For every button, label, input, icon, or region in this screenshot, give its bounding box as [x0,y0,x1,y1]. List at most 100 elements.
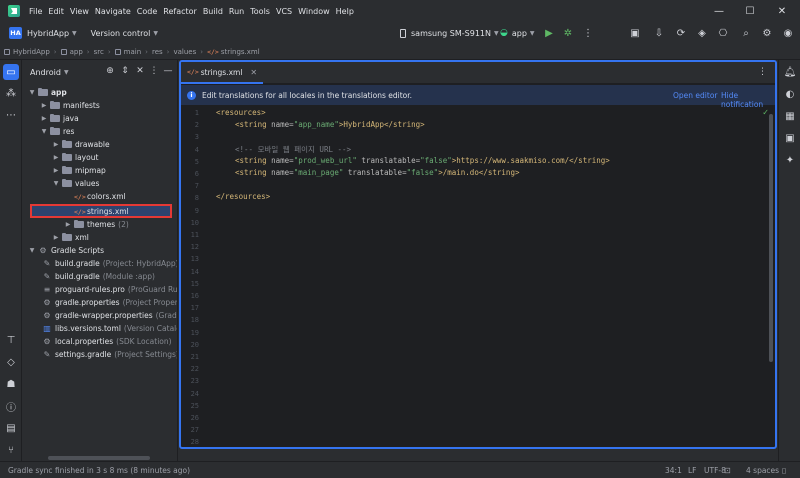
maximize-icon[interactable]: ☐ [737,0,763,22]
device-manager-icon[interactable]: ▣ [627,24,643,42]
device-explorer-icon[interactable]: ▦ [782,108,798,124]
terminal-icon[interactable]: ▤ [3,420,19,436]
settings-gear-icon[interactable]: ⚙ [759,24,775,42]
minimize-icon[interactable]: — [706,0,732,22]
more-actions-icon[interactable]: ⋮ [580,24,596,42]
menu-build[interactable]: Build [200,7,226,16]
tree-item-drawable[interactable]: ▶ drawable [22,138,110,151]
line-number: 7 [194,182,199,191]
gradle-sync-icon[interactable]: ⟳ [673,24,689,42]
gradle-panel-icon[interactable]: ◐ [782,86,798,102]
breadcrumb-item[interactable]: HybridApp [4,48,50,56]
breadcrumb-item[interactable]: values [173,48,196,56]
tree-item-xml[interactable]: ▶ xml [22,231,89,244]
tree-item-app[interactable]: ▼ app [22,86,67,99]
tree-item-values[interactable]: ▼ values [22,177,99,190]
tree-item-colors-xml[interactable]: </> colors.xml [22,190,126,203]
breadcrumb-item[interactable]: res [152,48,163,56]
indent-setting[interactable]: 4 spaces [746,466,779,475]
run-config-selector[interactable]: ◒ app ▼ [500,24,535,42]
menu-run[interactable]: Run [226,7,247,16]
tree-item-gradle-wrapper[interactable]: ⚙ gradle-wrapper.properties(Gradle Versio [22,309,177,322]
android-sync-icon[interactable]: ⎔ [715,24,731,42]
sdk-manager-icon[interactable]: ⇩ [651,24,667,42]
menu-window[interactable]: Window [295,7,333,16]
tree-item-java[interactable]: ▶ java [22,112,79,125]
device-selector[interactable]: samsung SM-S911N ▼ [400,24,499,42]
menu-vcs[interactable]: VCS [273,7,295,16]
memory-indicator-icon[interactable]: ▯ [782,466,786,475]
version-control-menu[interactable]: Version control [91,29,151,38]
horizontal-scrollbar[interactable] [48,456,150,460]
editor-tab-strings-xml[interactable]: </> strings.xml ✕ [181,62,264,84]
code-token: <resources> [216,108,266,117]
cursor-position[interactable]: 34:1 [665,466,682,475]
tree-item-local-properties[interactable]: ⚙ local.properties (SDK Location) [22,335,171,348]
options-icon[interactable]: ⋮ [148,66,160,76]
gem-icon[interactable]: ◇ [3,354,19,370]
project-view-selector[interactable]: Android [30,68,61,77]
search-icon[interactable]: ⌕ [738,24,754,42]
line-number: 18 [190,316,199,325]
tree-item-themes[interactable]: ▶ themes (2) [22,218,129,231]
menu-code[interactable]: Code [134,7,160,16]
more-tools-icon[interactable]: ⋯ [3,107,19,123]
resource-manager-icon[interactable]: ⁂ [3,85,19,101]
file-encoding[interactable]: UTF-8 [704,466,726,475]
line-number: 20 [190,340,199,349]
git-icon[interactable]: ⑂ [3,442,19,458]
status-message[interactable]: Gradle sync finished in 3 s 8 ms (8 minu… [8,466,190,475]
tree-item-build-gradle-module[interactable]: ✎ build.gradle (Module :app) [22,270,155,283]
tree-item-build-gradle-project[interactable]: ✎ build.gradle (Project: HybridApp) [22,257,178,270]
expand-collapse-icon[interactable]: ⇕ [119,66,131,76]
run-icon[interactable]: ▶ [541,24,557,42]
menu-edit[interactable]: Edit [45,7,67,16]
account-icon[interactable]: ◉ [780,24,796,42]
close-tab-icon[interactable]: ✕ [250,68,257,77]
vertical-scrollbar[interactable] [769,114,773,362]
line-separator[interactable]: LF [688,466,697,475]
lock-icon[interactable]: ⊡ [724,466,731,475]
tree-label: xml [75,233,89,242]
tree-item-gradle-scripts[interactable]: ▼ ⚙ Gradle Scripts [22,244,104,257]
open-editor-link[interactable]: Open editor [673,91,718,100]
notifications-bell-icon[interactable]: 🔔︎ [782,64,798,80]
debug-icon[interactable]: ✲ [560,24,576,42]
close-window-icon[interactable]: ✕ [769,0,795,22]
code-area[interactable]: <resources> <string name="app_name">Hybr… [216,106,756,447]
tree-item-settings-gradle[interactable]: ✎ settings.gradle (Project Settings) [22,348,177,361]
code-token: <string [235,168,272,177]
tree-hint: (Project: HybridApp) [102,259,178,268]
tree-item-proguard[interactable]: ≡ proguard-rules.pro(ProGuard Rules for [22,283,177,296]
menu-help[interactable]: Help [333,7,357,16]
tree-item-manifests[interactable]: ▶ manifests [22,99,100,112]
tree-item-res[interactable]: ▼ res [22,125,74,138]
breadcrumb-item[interactable]: src [94,48,104,56]
menu-view[interactable]: View [67,7,92,16]
profiler-icon[interactable]: ◈ [694,24,710,42]
build-icon[interactable]: ⊤ [3,332,19,348]
breadcrumb-item[interactable]: main [114,48,141,56]
tree-item-gradle-properties[interactable]: ⚙ gradle.properties(Project Properties) [22,296,177,309]
logcat-icon[interactable]: ☗ [3,376,19,392]
ai-assistant-icon[interactable]: ✦ [782,152,798,168]
project-badge: HA [9,27,22,39]
breadcrumb-item[interactable]: app [60,48,83,56]
tree-item-libs-versions[interactable]: ▥ libs.versions.toml(Version Catalog) [22,322,177,335]
menu-navigate[interactable]: Navigate [92,7,134,16]
project-selector[interactable]: HybridApp [27,29,69,38]
tree-item-layout[interactable]: ▶ layout [22,151,98,164]
breadcrumb-item[interactable]: </> strings.xml [207,48,260,56]
menu-refactor[interactable]: Refactor [160,7,200,16]
collapse-all-icon[interactable]: ✕ [134,66,146,76]
menu-tools[interactable]: Tools [247,7,273,16]
tree-item-mipmap[interactable]: ▶ mipmap [22,164,106,177]
hide-panel-icon[interactable]: — [162,66,174,76]
locate-target-icon[interactable]: ⊕ [104,66,116,76]
menu-file[interactable]: File [26,7,45,16]
running-devices-icon[interactable]: ▣ [782,130,798,146]
problems-icon[interactable]: ⓘ [3,398,19,414]
tree-item-strings-xml[interactable]: </> strings.xml [22,205,129,218]
tab-options-icon[interactable]: ⋮ [758,67,767,77]
project-folder-icon[interactable]: ▭ [3,64,19,80]
